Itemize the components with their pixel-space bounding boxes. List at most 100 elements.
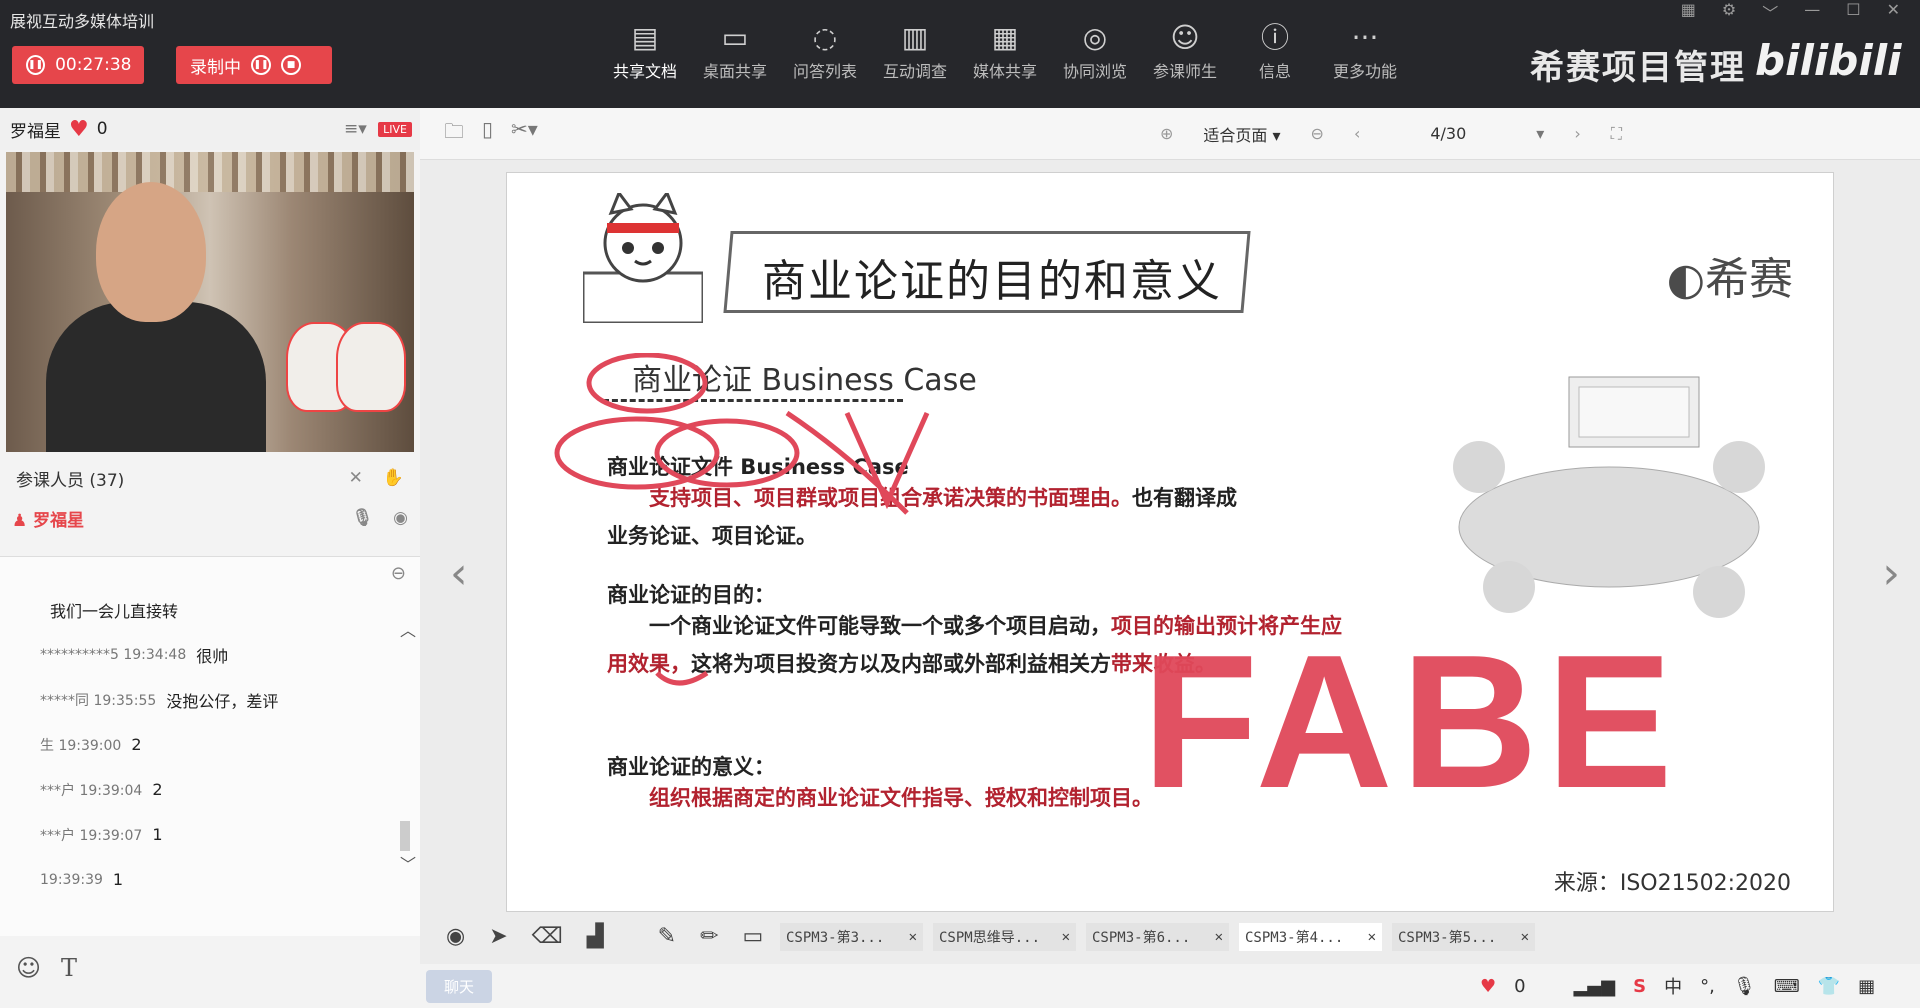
more-icon: ··· [1351, 21, 1379, 54]
document-stage: 🗀 ▯ ✂▾ ⊕ 适合页面 ▾ ⊖ ‹ 4/30 ▾ › ⛶ ‹ › 商业论证的… [420, 108, 1920, 1008]
pointer-icon[interactable]: ➤ [489, 924, 507, 949]
chat-message: 19:39:39 1 [40, 870, 124, 889]
section-heading: 商业论证的意义： [607, 755, 775, 779]
document-tabs: CSPM3-第3... ✕ CSPM思维导... ✕ CSPM3-第6... ✕ CS… [780, 923, 1535, 951]
next-slide-arrow[interactable]: › [1882, 548, 1900, 599]
close-tab-icon[interactable]: ✕ [1521, 929, 1529, 945]
doc-tab[interactable]: CSPM思维导... ✕ [933, 923, 1076, 951]
close-tab-icon[interactable]: ✕ [1215, 929, 1223, 945]
zoom-in-icon[interactable]: ⊕ [1160, 124, 1173, 143]
record-dot-icon[interactable]: ◉ [446, 924, 465, 949]
annotation-tools: ◉ ➤ ⌫ ▟ ✎ ✏ ▭ T [446, 916, 801, 956]
chat-message: ***户 19:39:07 1 [40, 825, 163, 844]
tool-media-share[interactable]: ▦ 媒体共享 [960, 18, 1050, 82]
tool-share-document[interactable]: ▤ 共享文档 [600, 18, 690, 82]
zoom-out-icon[interactable]: ⊖ [1311, 124, 1324, 143]
recording-button[interactable]: 录制中 ❚❚ ■ [176, 46, 332, 84]
presenter-name: 罗福星 [10, 121, 61, 142]
scroll-up-icon[interactable]: ︿ [400, 617, 416, 641]
chat-button[interactable]: 聊天 [426, 969, 493, 1003]
timer-button[interactable]: ❚❚ 00:27:38 [12, 46, 144, 84]
tool-more[interactable]: ··· 更多功能 [1320, 18, 1410, 82]
bar-chart-icon: ▥ [901, 21, 929, 54]
doc-tab[interactable]: CSPM3-第6... ✕ [1086, 923, 1229, 951]
rectangle-icon[interactable]: ▭ [743, 924, 764, 949]
recording-label: 录制中 [190, 57, 241, 78]
pause-record-icon[interactable]: ❚❚ [251, 55, 271, 75]
settings-icon[interactable]: ⚙ [1722, 0, 1736, 24]
compass-icon: ◎ [1082, 21, 1108, 54]
host-icon: ♟ [12, 510, 28, 531]
doc-tab[interactable]: CSPM3-第5... ✕ [1392, 923, 1535, 951]
pen-icon[interactable]: ✏ [700, 924, 718, 949]
page-indicator[interactable]: 4/30 [1430, 124, 1466, 143]
scroll-down-icon[interactable]: ﹀ [400, 851, 416, 875]
prev-slide-arrow[interactable]: ‹ [450, 548, 468, 599]
microphone-icon[interactable]: 🎙 [352, 508, 374, 528]
hand-icon[interactable]: ✋ [383, 468, 404, 488]
close-tab-icon[interactable]: ✕ [1368, 929, 1376, 945]
stop-record-icon[interactable]: ■ [281, 55, 301, 75]
emoji-icon[interactable]: ☺ [16, 954, 41, 982]
tool-co-browse[interactable]: ◎ 协同浏览 [1050, 18, 1140, 82]
text-format-icon[interactable]: T [61, 954, 77, 982]
close-tab-icon[interactable]: ✕ [1062, 929, 1070, 945]
fullscreen-icon[interactable]: ⛶ [1611, 124, 1622, 144]
doc-tab-active[interactable]: CSPM3-第4... ✕ [1239, 923, 1382, 951]
tool-survey[interactable]: ▥ 互动调查 [870, 18, 960, 82]
participant-host[interactable]: ♟ 罗福星 🎙 ◉ [0, 498, 420, 538]
grid-icon[interactable]: ▦ [1858, 976, 1875, 997]
scroll-thumb[interactable] [400, 821, 410, 851]
microphone-icon[interactable]: 🎙 [1733, 976, 1756, 997]
meeting-illustration [1453, 376, 1765, 618]
open-folder-icon[interactable]: 🗀 [444, 117, 464, 151]
camera-icon[interactable]: ◉ [393, 508, 408, 528]
top-bar: 展视互动多媒体培训 ▦ ⚙ ﹀ — ☐ ✕ ❚❚ 00:27:38 录制中 ❚❚… [0, 0, 1920, 108]
chat-scrollbar[interactable]: ︿ ﹀ [400, 617, 416, 917]
tool-desktop-share[interactable]: ▭ 桌面共享 [690, 18, 780, 82]
minimize-icon[interactable]: — [1804, 0, 1820, 24]
chevron-down-icon[interactable]: ﹀ [1762, 0, 1778, 24]
status-likes: 0 [1514, 975, 1526, 997]
tool-qa-list[interactable]: ◌ 问答列表 [780, 18, 870, 82]
chat-message: **********5 19:34:48 很帅 [40, 646, 229, 666]
bilibili-logo: bilibili [1755, 36, 1902, 85]
system-tray: ♥ 0 ▂▄▆ S 中 °, 🎙 ⌨ 👕 ▦ [1480, 973, 1875, 999]
presenter-row: 罗福星 ♥ 0 ≡▾ LIVE [0, 108, 420, 150]
heart-icon[interactable]: ♥ [1480, 976, 1496, 997]
monitor-icon: ▭ [721, 21, 749, 54]
highlighter-icon[interactable]: ✎ [658, 924, 676, 949]
file-icon[interactable]: ▯ [482, 117, 493, 151]
tool-participants[interactable]: ☺ 参课师生 [1140, 18, 1230, 82]
grid-icon[interactable]: ▦ [1681, 0, 1696, 24]
next-page-icon[interactable]: › [1574, 124, 1580, 143]
ime-mode[interactable]: 中 [1664, 973, 1682, 999]
prev-page-icon[interactable]: ‹ [1354, 124, 1360, 143]
doc-tab[interactable]: CSPM3-第3... ✕ [780, 923, 923, 951]
collapse-icon[interactable]: ⊖ [391, 563, 406, 584]
clear-icon[interactable]: ▟ [587, 924, 604, 949]
eraser-icon[interactable]: ⌫ [532, 924, 563, 949]
info-icon: ⓘ [1260, 21, 1289, 54]
sogou-ime-icon[interactable]: S [1633, 976, 1646, 997]
close-tab-icon[interactable]: ✕ [909, 929, 917, 945]
document-toolbar: 🗀 ▯ ✂▾ ⊕ 适合页面 ▾ ⊖ ‹ 4/30 ▾ › ⛶ [420, 108, 1920, 160]
scissors-icon[interactable]: ✂▾ [511, 117, 538, 151]
page-dropdown-icon[interactable]: ▾ [1536, 124, 1544, 143]
chat-message: *****同 19:35:55 没抱公仔，差评 [40, 691, 279, 711]
tool-info[interactable]: ⓘ 信息 [1230, 18, 1320, 82]
pause-icon: ❚❚ [26, 55, 46, 75]
chat-bubble-icon: ◌ [812, 21, 838, 54]
zoom-select[interactable]: 适合页面 ▾ [1203, 122, 1280, 146]
list-menu-icon[interactable]: ≡▾ [344, 119, 367, 139]
close-icon[interactable]: ✕ [1887, 0, 1900, 24]
heart-icon[interactable]: ♥ [69, 117, 89, 142]
chat-message: 生 19:39:00 2 [40, 735, 142, 754]
shirt-icon[interactable]: 👕 [1818, 976, 1840, 997]
keyboard-icon[interactable]: ⌨ [1774, 976, 1800, 997]
mute-all-icon[interactable]: ✕ [349, 468, 363, 488]
punctuation-icon[interactable]: °, [1700, 976, 1715, 997]
chat-input-bar: ☺ T [0, 938, 420, 998]
maximize-icon[interactable]: ☐ [1846, 0, 1860, 24]
presenter-figure [46, 182, 266, 452]
